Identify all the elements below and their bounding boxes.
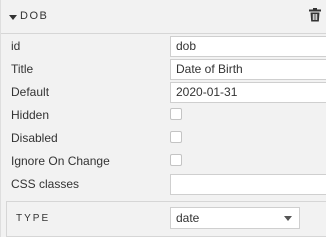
chevron-down-icon[interactable] xyxy=(284,216,292,221)
type-section: TYPE date xyxy=(6,201,326,237)
disabled-label: Disabled xyxy=(11,131,58,145)
ignore-on-change-label: Ignore On Change xyxy=(11,154,110,168)
row-hidden: Hidden xyxy=(1,104,326,127)
row-default: Default 2020-01-31 xyxy=(1,81,326,104)
trash-icon[interactable] xyxy=(309,8,321,22)
css-classes-label: CSS classes xyxy=(11,177,80,191)
section-title: DOB xyxy=(20,10,49,22)
id-input[interactable]: dob xyxy=(170,36,326,57)
disabled-checkbox[interactable] xyxy=(170,131,182,143)
row-css-classes: CSS classes xyxy=(1,173,326,196)
type-select-value: date xyxy=(176,211,200,225)
row-id: id dob xyxy=(1,35,326,58)
section-header[interactable]: DOB xyxy=(1,0,326,34)
type-label: TYPE xyxy=(16,213,51,224)
default-input[interactable]: 2020-01-31 xyxy=(170,82,326,103)
default-label: Default xyxy=(11,85,50,99)
id-label: id xyxy=(11,39,21,53)
title-label: Title xyxy=(11,62,34,76)
row-disabled: Disabled xyxy=(1,127,326,150)
type-select[interactable]: date xyxy=(170,207,300,229)
hidden-checkbox[interactable] xyxy=(170,108,182,120)
row-title: Title Date of Birth xyxy=(1,58,326,81)
row-ignore-on-change: Ignore On Change xyxy=(1,150,326,173)
title-input[interactable]: Date of Birth xyxy=(170,59,326,80)
field-properties-panel: DOB id dob Title Date of Birth Default 2… xyxy=(0,0,326,237)
css-classes-input[interactable] xyxy=(170,174,326,195)
caret-down-icon[interactable] xyxy=(9,15,17,20)
ignore-on-change-checkbox[interactable] xyxy=(170,154,182,166)
hidden-label: Hidden xyxy=(11,108,50,122)
